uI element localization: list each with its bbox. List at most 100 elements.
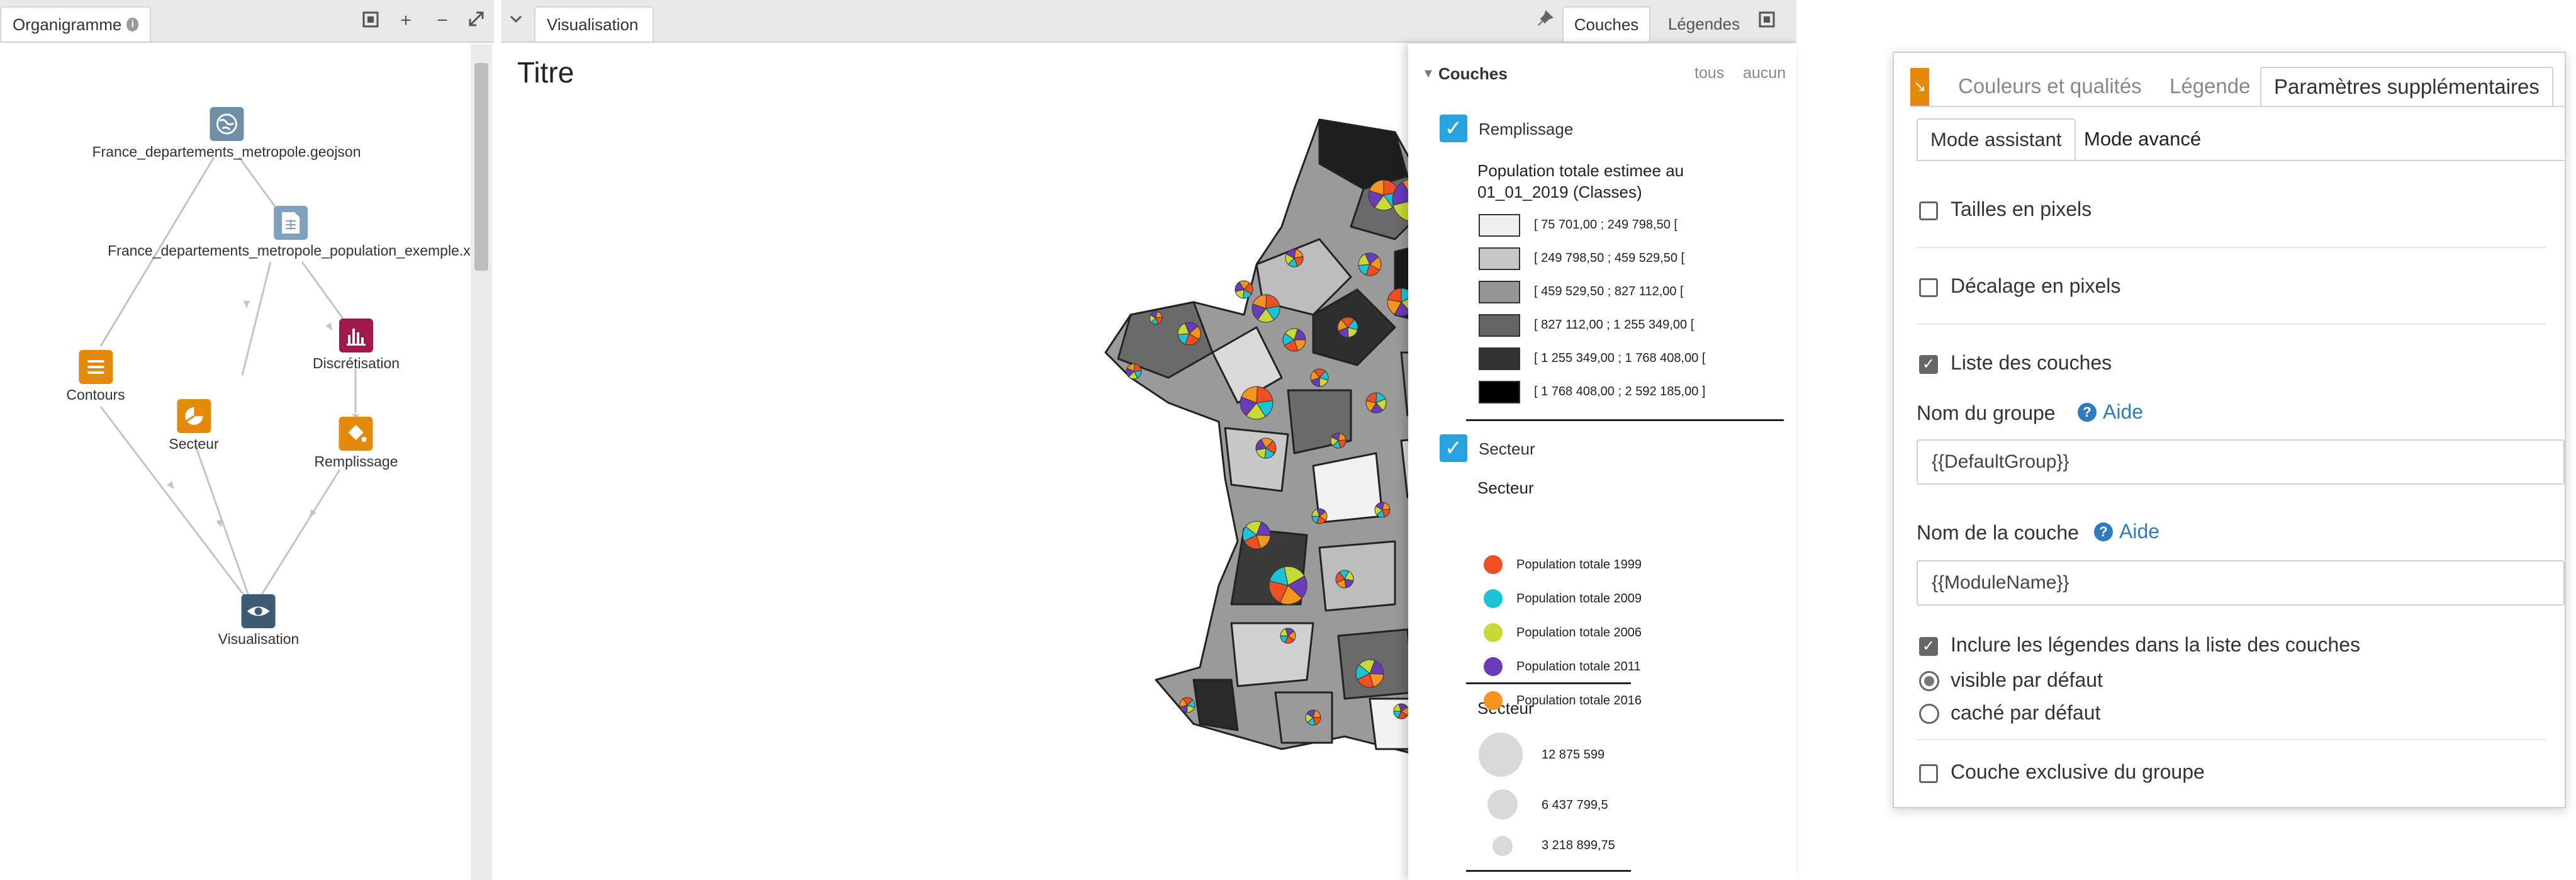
pie-marker[interactable] — [1310, 368, 1329, 387]
legend-header: Couches — [1438, 64, 1508, 83]
tab-label: Mode avancé — [2084, 128, 2202, 150]
node-geojson[interactable]: France_departements_metropole.geojson — [92, 107, 361, 161]
series-color-dot — [1484, 623, 1503, 642]
tab-mode-avance[interactable]: Mode avancé — [2071, 118, 2214, 160]
tab-couches[interactable]: Couches — [1562, 6, 1650, 42]
zoom-out-icon[interactable]: − — [432, 10, 453, 31]
class-swatch — [1479, 347, 1520, 370]
decalage-pixels-label: Décalage en pixels — [1951, 274, 2121, 297]
info-icon[interactable]: i — [126, 18, 138, 31]
pie-marker[interactable] — [1268, 566, 1308, 605]
tab-visualisation[interactable]: Visualisation — [534, 6, 654, 42]
nom-groupe-label: Nom du groupe — [1917, 402, 2056, 424]
pie-marker[interactable] — [1255, 437, 1277, 459]
select-all-link[interactable]: tous — [1694, 64, 1724, 82]
visible-default-radio[interactable] — [1919, 671, 1939, 691]
workflow-edges — [99, 157, 359, 596]
pie-icon — [176, 399, 211, 433]
node-population-xls[interactable]: France_departements_metropole_population… — [108, 206, 474, 259]
organigramme-tabbar: Organigramme i + − — [0, 0, 494, 43]
nom-couche-input[interactable]: {{ModuleName}} — [1917, 560, 2565, 606]
node-label: Visualisation — [218, 631, 300, 647]
pie-marker[interactable] — [1337, 317, 1358, 338]
pie-marker[interactable] — [1177, 322, 1201, 346]
collapse-chevron-icon[interactable]: ▼ — [1422, 67, 1435, 81]
layer-secteur-checkbox[interactable]: ✓ — [1440, 434, 1467, 462]
map-title: Titre — [517, 56, 574, 89]
tailles-pixels-checkbox[interactable] — [1919, 201, 1938, 220]
chevron-down-icon[interactable] — [505, 10, 527, 31]
zoom-in-icon[interactable]: + — [395, 10, 417, 31]
node-label: France_departements_metropole.geojson — [92, 144, 361, 160]
pie-marker[interactable] — [1374, 502, 1391, 518]
node-remplissage[interactable]: Remplissage — [315, 417, 398, 470]
pie-marker[interactable] — [1358, 252, 1382, 276]
pie-marker[interactable] — [1365, 392, 1387, 414]
pie-marker[interactable] — [1282, 328, 1306, 352]
select-none-link[interactable]: aucun — [1743, 64, 1786, 82]
series-label: Population totale 2011 — [1516, 660, 1641, 674]
tab-parametres-supplementaires[interactable]: Paramètres supplémentaires — [2260, 67, 2553, 106]
layer-remplissage-checkbox[interactable]: ✓ — [1440, 115, 1467, 142]
class-swatch — [1479, 247, 1520, 270]
node-discretisation[interactable]: Discrétisation — [313, 319, 400, 372]
tab-legendes[interactable]: Légendes — [1657, 6, 1751, 42]
decalage-pixels-checkbox[interactable] — [1919, 278, 1938, 297]
node-contours[interactable]: Contours — [66, 350, 125, 403]
tab-label: Mode assistant — [1930, 128, 2062, 150]
pie-marker[interactable] — [1335, 570, 1354, 589]
pie-marker[interactable] — [1311, 508, 1328, 524]
hidden-default-radio[interactable] — [1919, 704, 1939, 724]
pie-marker[interactable] — [1149, 311, 1163, 325]
series-color-dot — [1484, 555, 1503, 574]
node-visualisation[interactable]: Visualisation — [218, 594, 300, 648]
help-link-groupe[interactable]: ? Aide — [2078, 400, 2143, 424]
pin-icon[interactable] — [1535, 10, 1556, 31]
node-secteur[interactable]: Secteur — [169, 399, 219, 453]
series-label: Population totale 2016 — [1516, 694, 1642, 708]
pie-marker[interactable] — [1242, 521, 1271, 550]
class-swatch — [1479, 214, 1520, 237]
nom-groupe-input[interactable]: {{DefaultGroup}} — [1917, 439, 2565, 485]
spreadsheet-icon — [274, 206, 308, 240]
class-label: [ 1 255 349,00 ; 1 768 408,00 [ — [1534, 351, 1706, 365]
pie-marker[interactable] — [1235, 280, 1253, 299]
class-swatch — [1479, 281, 1520, 303]
tab-organigramme[interactable]: Organigramme i — [0, 6, 151, 42]
fit-icon[interactable] — [1756, 10, 1778, 31]
size-label-medium: 6 437 799,5 — [1542, 798, 1608, 812]
tab-legende[interactable]: Légende — [2157, 67, 2263, 106]
eye-icon — [242, 594, 276, 628]
pie-marker[interactable] — [1280, 628, 1296, 644]
tab-label: Couleurs et qualités — [1958, 74, 2142, 98]
fit-icon[interactable] — [360, 10, 381, 31]
divider — [1917, 247, 2546, 248]
visible-default-label: visible par défaut — [1951, 668, 2103, 691]
pie-marker[interactable] — [1252, 294, 1280, 323]
inclure-legendes-checkbox[interactable]: ✓ — [1919, 637, 1938, 656]
class-label: [ 459 529,50 ; 827 112,00 [ — [1534, 285, 1684, 298]
pie-marker[interactable] — [1305, 709, 1321, 726]
pie-marker[interactable] — [1355, 659, 1384, 688]
scrollbar-thumb[interactable] — [474, 63, 488, 271]
node-label: France_departements_metropole_population… — [108, 242, 474, 259]
pie-marker[interactable] — [1179, 697, 1196, 713]
paint-bucket-icon — [339, 417, 373, 451]
pie-marker[interactable] — [1285, 249, 1304, 268]
pie-marker[interactable] — [1126, 363, 1142, 380]
pie-marker[interactable] — [1393, 703, 1409, 719]
tab-mode-assistant[interactable]: Mode assistant — [1917, 118, 2076, 160]
remplissage-title-line2: 01_01_2019 (Classes) — [1477, 183, 1642, 201]
layers-legend-panel: ▼ Couches tous aucun ✓ Remplissage Popul… — [1408, 44, 1796, 880]
help-link-couche[interactable]: ? Aide — [2094, 520, 2159, 543]
pie-marker[interactable] — [1330, 432, 1347, 449]
tab-couleurs-qualites[interactable]: Couleurs et qualités — [1946, 67, 2154, 106]
exclusive-checkbox[interactable] — [1919, 764, 1938, 783]
organigramme-scrollbar[interactable] — [471, 44, 492, 880]
nom-groupe-value: {{DefaultGroup}} — [1932, 451, 2069, 472]
liste-couches-checkbox[interactable]: ✓ — [1919, 355, 1938, 374]
pie-marker[interactable] — [1240, 386, 1274, 420]
expand-icon[interactable] — [466, 10, 487, 31]
separator — [1466, 682, 1631, 684]
help-icon: ? — [2094, 522, 2113, 541]
